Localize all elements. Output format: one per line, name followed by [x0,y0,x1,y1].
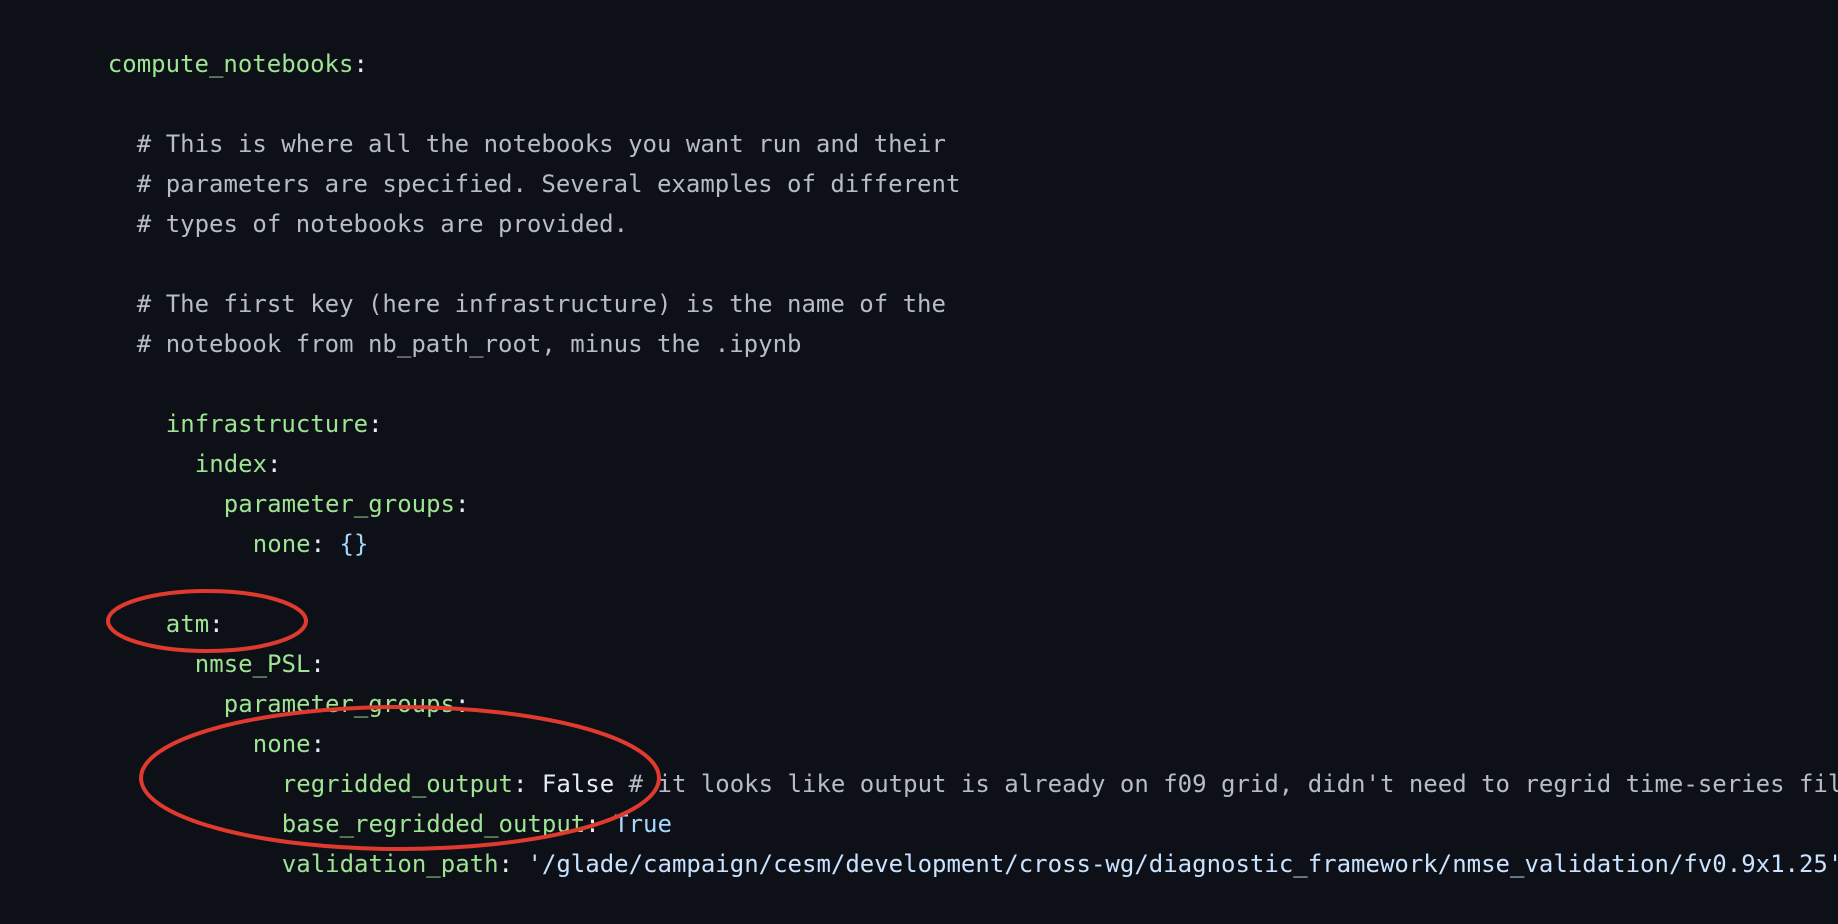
code-line: parameter_groups: [166,444,470,518]
yaml-comment: # types of notebooks are provided. [136,210,629,238]
code-line: # types of notebooks are provided. [79,164,628,238]
code-line: base_regridded_output: True [224,764,672,838]
yaml-code-view: compute_notebooks: # This is where all t… [0,0,1838,878]
code-line: # The first key (here infrastructure) is… [79,244,946,318]
code-line: # notebook from nb_path_root, minus the … [79,284,802,358]
yaml-colon: : [310,530,340,558]
code-line: # parameters are specified. Several exam… [79,124,961,198]
yaml-key: validation_path [281,850,499,878]
yaml-colon: : [353,50,368,78]
yaml-key: compute_notebooks [107,50,354,78]
yaml-value: '/glade/campaign/cesm/development/cross-… [527,850,1838,878]
code-line: atm: [108,564,224,638]
yaml-key: none [252,530,311,558]
code-line: nmse_PSL: [137,604,325,678]
yaml-value: {} [339,530,369,558]
code-line: infrastructure: [108,364,383,438]
code-line: compute_notebooks: [50,4,368,78]
code-line: validation_path: '/glade/campaign/cesm/d… [224,804,1838,878]
code-line: parameter_groups: [166,644,470,718]
code-line: regridded_output: False # it looks like … [224,724,1838,798]
code-line: # This is where all the notebooks you wa… [79,84,946,158]
code-line: none: [195,684,325,758]
code-line: index: [137,404,282,478]
yaml-colon: : [454,490,470,518]
yaml-colon: : [454,690,470,718]
yaml-colon: : [498,850,528,878]
yaml-colon: : [368,410,383,438]
yaml-comment: # notebook from nb_path_root, minus the … [136,330,802,358]
yaml-comment: # it looks like output is already on f09… [614,770,1838,798]
code-line: none: {} [195,484,369,558]
